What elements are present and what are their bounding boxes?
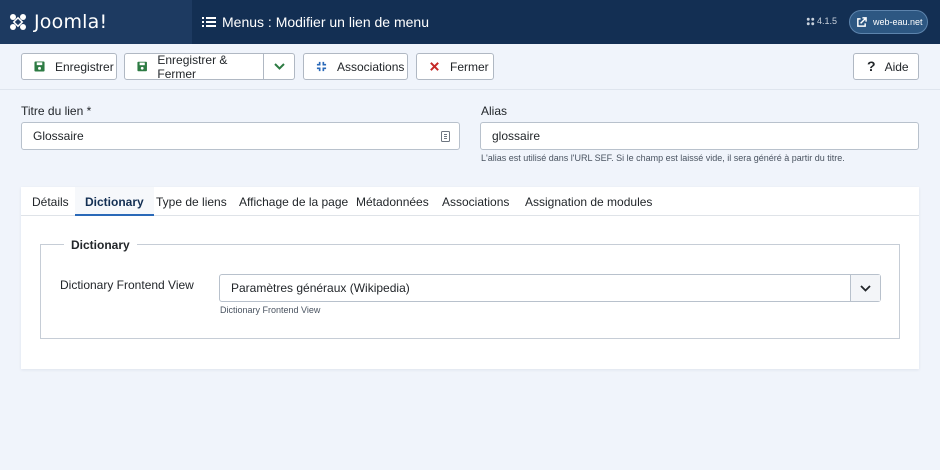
frontend-view-label: Dictionary Frontend View — [60, 278, 194, 292]
associations-label: Associations — [337, 59, 405, 74]
dictionary-fieldset: Dictionary Dictionary Frontend View Para… — [40, 238, 900, 339]
tabs-card: Détails Dictionary Type de liens Afficha… — [21, 187, 919, 369]
floppy-disk-icon — [34, 61, 45, 72]
help-button[interactable]: ? Aide — [853, 53, 919, 80]
page-title-text: Menus : Modifier un lien de menu — [222, 14, 429, 30]
tab-page-display[interactable]: Affichage de la page — [239, 187, 348, 216]
top-header: Joomla! Menus : Modifier un lien de menu… — [0, 0, 940, 44]
joomla-small-icon — [806, 17, 815, 25]
alias-label: Alias — [481, 104, 508, 118]
tab-bar: Détails Dictionary Type de liens Afficha… — [21, 187, 919, 216]
title-label: Titre du lien * — [21, 104, 92, 118]
select-arrow[interactable] — [850, 275, 880, 301]
associations-icon — [316, 61, 327, 72]
list-icon — [202, 17, 216, 27]
logo-text: Joomla! — [34, 11, 108, 33]
save-button[interactable]: Enregistrer — [21, 53, 117, 80]
chevron-down-icon — [860, 284, 871, 292]
tab-link-type[interactable]: Type de liens — [156, 187, 227, 216]
save-label: Enregistrer — [55, 59, 114, 74]
tab-metadata[interactable]: Métadonnées — [356, 187, 429, 216]
alias-input[interactable]: glossaire — [480, 122, 919, 150]
close-button[interactable]: Fermer — [416, 53, 494, 80]
frontend-view-select[interactable]: Paramètres généraux (Wikipedia) — [219, 274, 881, 302]
save-close-label: Enregistrer & Fermer — [157, 52, 228, 81]
external-link-icon — [857, 16, 867, 27]
help-label: Aide — [884, 59, 909, 74]
chevron-down-icon — [273, 63, 285, 70]
close-x-icon — [430, 62, 439, 71]
logo-area[interactable]: Joomla! — [0, 0, 192, 44]
field-helper-icon[interactable] — [441, 131, 450, 142]
version-text: 4.1.5 — [817, 16, 838, 26]
tab-module-assignment[interactable]: Assignation de modules — [525, 187, 652, 216]
tab-details[interactable]: Détails — [32, 187, 69, 216]
joomla-logo-icon — [10, 14, 26, 30]
save-close-button[interactable]: Enregistrer & Fermer — [124, 52, 264, 81]
version-info: 4.1.5 — [806, 16, 837, 26]
alias-input-value: glossaire — [492, 129, 541, 143]
alias-hint: L'alias est utilisé dans l'URL SEF. Si l… — [481, 153, 845, 163]
tab-associations[interactable]: Associations — [442, 187, 509, 216]
save-options-dropdown[interactable] — [263, 53, 295, 80]
title-input-value: Glossaire — [33, 129, 84, 143]
floppy-disk-icon — [137, 61, 147, 72]
tab-dictionary[interactable]: Dictionary — [75, 187, 154, 216]
site-link-button[interactable]: web-eau.net — [849, 10, 928, 34]
frontend-view-selected: Paramètres généraux (Wikipedia) — [231, 281, 410, 295]
close-label: Fermer — [450, 59, 489, 74]
question-mark-icon: ? — [867, 58, 876, 74]
site-link-label: web-eau.net — [873, 17, 923, 27]
fieldset-legend: Dictionary — [64, 238, 137, 252]
toolbar: Enregistrer Enregistrer & Fermer Associa… — [0, 44, 940, 90]
associations-button[interactable]: Associations — [303, 53, 408, 80]
title-input[interactable]: Glossaire — [21, 122, 460, 150]
frontend-view-hint: Dictionary Frontend View — [220, 305, 321, 315]
page-title: Menus : Modifier un lien de menu — [202, 0, 429, 44]
